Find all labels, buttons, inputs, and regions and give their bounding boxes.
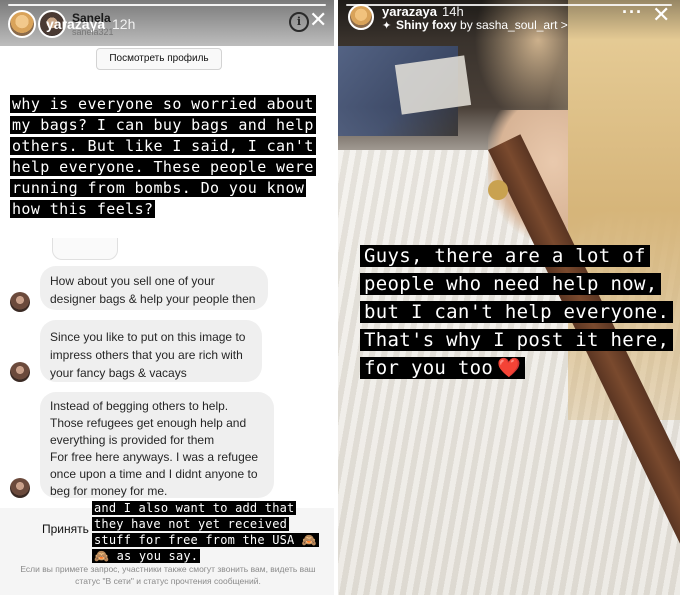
message-line: your fancy bags & vacays <box>50 366 187 380</box>
story-username[interactable]: yarazaya <box>382 4 437 19</box>
message-bubble: Since you like to put on this image to i… <box>40 320 262 382</box>
view-profile-button[interactable]: Посмотреть профиль <box>96 48 222 70</box>
message-line: designer bags & help your people then <box>50 292 256 306</box>
sender-avatar <box>10 292 30 312</box>
info-icon[interactable]: i <box>289 12 309 32</box>
message-line: beg for money for me. <box>50 484 168 498</box>
message-line: impress others that you are rich with <box>50 348 243 362</box>
heart-emoji: ❤️ <box>495 357 524 379</box>
message-line: Instead of begging others to help. <box>50 399 229 413</box>
story-avatar[interactable] <box>348 4 374 30</box>
music-artist: by sasha_soul_art <box>460 18 558 32</box>
sparkle-icon: ✦ <box>382 20 392 32</box>
story-caption-2: and I also want to add that they have no… <box>92 500 322 564</box>
shared-image-thumbnail[interactable] <box>52 238 118 260</box>
message-line: everything is provided for them <box>50 433 215 447</box>
background-box <box>394 55 472 115</box>
message-line: once upon a time and I didnt anyone to <box>50 467 258 481</box>
close-icon[interactable]: ✕ <box>652 4 670 26</box>
story-caption: why is everyone so worried about my bags… <box>10 94 332 220</box>
close-icon[interactable]: ✕ <box>309 9 327 31</box>
story-progress-bar <box>8 4 326 6</box>
story-caption: Guys, there are a lot of people who need… <box>360 242 676 382</box>
message-line: Those refugees get enough help and <box>50 416 247 430</box>
story-avatar[interactable] <box>8 10 36 38</box>
message-bubble: How about you sell one of your designer … <box>40 266 268 310</box>
dm-sender-handle: sanela321 <box>72 27 114 37</box>
right-story-panel: yarazaya 14h ✦ Shiny foxy by sasha_soul_… <box>338 0 680 595</box>
message-line: For free here anyways. I was a refugee <box>50 450 259 464</box>
sender-avatar <box>10 478 30 498</box>
background-strap-buckle <box>488 180 508 200</box>
accept-button[interactable]: Принять <box>42 522 89 536</box>
story-caption-text: why is everyone so worried about my bags… <box>10 95 316 218</box>
chevron-right-icon: > <box>560 18 568 32</box>
message-bubble: Instead of begging others to help. Those… <box>40 392 274 498</box>
story-caption-2-text: and I also want to add that they have no… <box>92 501 320 563</box>
message-line: Since you like to put on this image to <box>50 330 246 344</box>
music-title: Shiny foxy <box>396 18 457 32</box>
left-story-panel: yarazaya 12h Sanela sanela321 i ✕ Посмот… <box>0 0 334 595</box>
story-time: 14h <box>442 4 464 19</box>
dm-sender-name: Sanela <box>72 11 111 25</box>
sender-avatar <box>10 362 30 382</box>
message-line: How about you sell one of your <box>50 274 215 288</box>
request-disclaimer: Если вы примете запрос, участники также … <box>20 564 316 586</box>
story-music-link[interactable]: Shiny foxy by sasha_soul_art > <box>396 18 568 32</box>
story-time: 12h <box>112 16 136 32</box>
more-dots-icon[interactable]: ··· <box>622 2 643 23</box>
